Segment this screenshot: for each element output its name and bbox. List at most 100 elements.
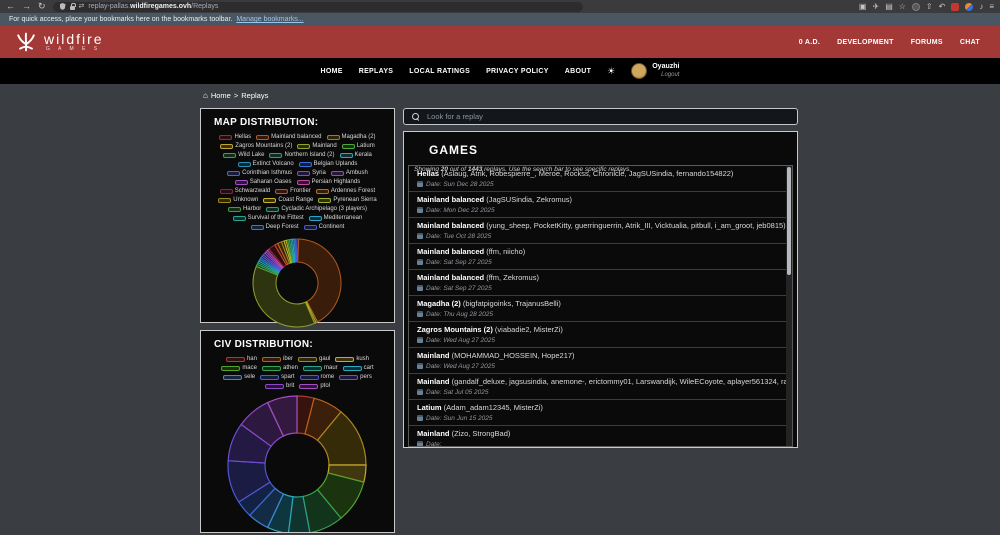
legend-chip: [226, 357, 245, 362]
legend-item[interactable]: Belgian Uplands: [299, 161, 358, 167]
reload-icon[interactable]: ↻: [38, 0, 46, 13]
copy-tabs-icon[interactable]: ▤: [885, 0, 893, 13]
replay-row[interactable]: Mainland (Zizo, StrongBad)Date:: [409, 426, 792, 447]
search-input[interactable]: [425, 111, 789, 122]
legend-item[interactable]: iber: [262, 356, 293, 362]
legend-item[interactable]: Pyrenean Sierra: [318, 197, 376, 203]
menu-icon[interactable]: ≡: [989, 0, 994, 13]
nav-link-replays[interactable]: REPLAYS: [359, 68, 394, 75]
legend-label: Cycladic Archipelago (3 players): [281, 206, 367, 212]
legend-item[interactable]: Hellas: [219, 134, 251, 140]
adblock-icon[interactable]: [951, 3, 959, 11]
wildfire-logo[interactable]: wildfire G A M E S: [14, 30, 104, 54]
extensions-icon[interactable]: ▣: [859, 0, 867, 13]
legend-item[interactable]: Deep Forest: [251, 224, 299, 230]
legend-item[interactable]: Saharan Oases: [235, 179, 292, 185]
nav-link-home[interactable]: HOME: [321, 68, 343, 75]
legend-item[interactable]: athen: [262, 365, 298, 371]
replay-row[interactable]: Mainland (MOHAMMAD_HOSSEIN, Hope217)Date…: [409, 348, 792, 374]
legend-item[interactable]: ptol: [299, 383, 330, 389]
legend-chip: [262, 357, 281, 362]
history-undo-icon[interactable]: ↶: [939, 0, 946, 13]
nav-link-privacy-policy[interactable]: PRIVACY POLICY: [486, 68, 549, 75]
url-bar[interactable]: ⇄ replay-pallas.wildfiregames.ovh/Replay…: [53, 2, 583, 12]
container-swap-icon[interactable]: ⇄: [79, 2, 85, 12]
header-link-chat[interactable]: CHAT: [960, 39, 980, 46]
legend-item[interactable]: Kerala: [340, 152, 372, 158]
nav-link-about[interactable]: ABOUT: [565, 68, 591, 75]
games-scrollbar-track[interactable]: [786, 166, 792, 446]
breadcrumb-home[interactable]: Home: [211, 91, 231, 100]
legend-item[interactable]: Ambush: [331, 170, 368, 176]
legend-item[interactable]: Wild Lake: [223, 152, 264, 158]
legend-item[interactable]: maur: [303, 365, 338, 371]
legend-item[interactable]: Ardennes Forest: [316, 188, 375, 194]
donut-slice[interactable]: [253, 266, 315, 327]
legend-item[interactable]: sele: [223, 374, 255, 380]
replay-row[interactable]: Mainland balanced (ffm, Zekromus)Date: S…: [409, 270, 792, 296]
replay-row[interactable]: Mainland balanced (ffm, niicho)Date: Sat…: [409, 244, 792, 270]
legend-item[interactable]: han: [226, 356, 257, 362]
replay-row[interactable]: Hellas (Aslaug, Atrik, Robespierre_, Mer…: [409, 166, 792, 192]
legend-item[interactable]: Mediterranean: [309, 215, 363, 221]
legend-item[interactable]: Mainland balanced: [256, 134, 321, 140]
nav-link-local-ratings[interactable]: LOCAL RATINGS: [409, 68, 470, 75]
legend-item[interactable]: Persian Highlands: [297, 179, 361, 185]
send-icon[interactable]: ✈: [872, 0, 879, 13]
replay-row[interactable]: Mainland balanced (yung_sheep, PocketKit…: [409, 218, 792, 244]
legend-item[interactable]: Extinct Volcano: [238, 161, 294, 167]
legend-item[interactable]: Coast Range: [263, 197, 313, 203]
replay-row[interactable]: Latium (Adam_adam12345, MisterZi)Date: S…: [409, 400, 792, 426]
header-link-forums[interactable]: FORUMS: [911, 39, 943, 46]
bookmark-star-icon[interactable]: ☆: [899, 0, 906, 13]
replay-row[interactable]: Mainland (gandalf_deluxe, jagsusindia, a…: [409, 374, 792, 400]
legend-item[interactable]: Magadha (2): [327, 134, 376, 140]
manage-bookmarks-link[interactable]: Manage bookmarks...: [236, 16, 303, 23]
logout-link[interactable]: Logout: [661, 72, 679, 79]
account-icon[interactable]: [912, 3, 920, 11]
legend-item[interactable]: Frontier: [275, 188, 311, 194]
legend-item[interactable]: cart: [343, 365, 374, 371]
legend-item[interactable]: kush: [335, 356, 369, 362]
back-icon[interactable]: ←: [6, 0, 15, 13]
theme-toggle-icon[interactable]: ☀: [607, 67, 615, 76]
games-scrollbar-thumb[interactable]: [787, 167, 791, 275]
legend-item[interactable]: Survival of the Fittest: [233, 215, 304, 221]
donut-slice[interactable]: [296, 239, 297, 262]
username: Oyauzhi: [652, 63, 679, 71]
legend-item[interactable]: Harbor: [228, 206, 261, 212]
legend-item[interactable]: Latium: [342, 143, 375, 149]
legend-item[interactable]: Continent: [304, 224, 345, 230]
replay-title: Zagros Mountains (2) (viabadie2, MisterZ…: [417, 325, 780, 335]
legend-item[interactable]: mace: [221, 365, 257, 371]
upload-icon[interactable]: ⇧: [926, 0, 933, 13]
profile-icon[interactable]: [965, 3, 973, 11]
volume-icon[interactable]: ♪: [979, 0, 983, 13]
forward-icon[interactable]: →: [22, 0, 31, 13]
header-link-0-a-d-[interactable]: 0 A.D.: [799, 39, 820, 46]
map-legend: Hellas Mainland balanced Magadha (2) Zagros…: [201, 133, 394, 231]
replay-row[interactable]: Mainland balanced (JagSUSindia, Zekromus…: [409, 192, 792, 218]
legend-item[interactable]: Northern Island (2): [269, 152, 334, 158]
legend-item[interactable]: pers: [339, 374, 372, 380]
legend-item[interactable]: Syria: [297, 170, 326, 176]
tracking-shield-icon[interactable]: [60, 3, 66, 10]
legend-item[interactable]: gaul: [298, 356, 330, 362]
replay-map-name: Latium: [417, 403, 442, 412]
avatar[interactable]: [631, 63, 647, 79]
legend-item[interactable]: Mainland: [297, 143, 336, 149]
legend-item[interactable]: brit: [265, 383, 294, 389]
legend-item[interactable]: Corinthian Isthmus: [227, 170, 292, 176]
lock-icon[interactable]: [70, 6, 75, 10]
replay-row[interactable]: Magadha (2) (bigfatpigoinks, TrajanusBel…: [409, 296, 792, 322]
legend-item[interactable]: spart: [260, 374, 294, 380]
legend-item[interactable]: Schwarzwald: [220, 188, 270, 194]
legend-item[interactable]: Unknown: [218, 197, 258, 203]
replay-row[interactable]: Zagros Mountains (2) (viabadie2, MisterZ…: [409, 322, 792, 348]
calendar-icon: [417, 363, 423, 369]
legend-item[interactable]: rome: [300, 374, 335, 380]
legend-item[interactable]: Zagros Mountains (2): [220, 143, 292, 149]
legend-item[interactable]: Cycladic Archipelago (3 players): [266, 206, 367, 212]
header-link-development[interactable]: DEVELOPMENT: [837, 39, 894, 46]
games-list: Hellas (Aslaug, Atrik, Robespierre_, Mer…: [408, 165, 793, 447]
